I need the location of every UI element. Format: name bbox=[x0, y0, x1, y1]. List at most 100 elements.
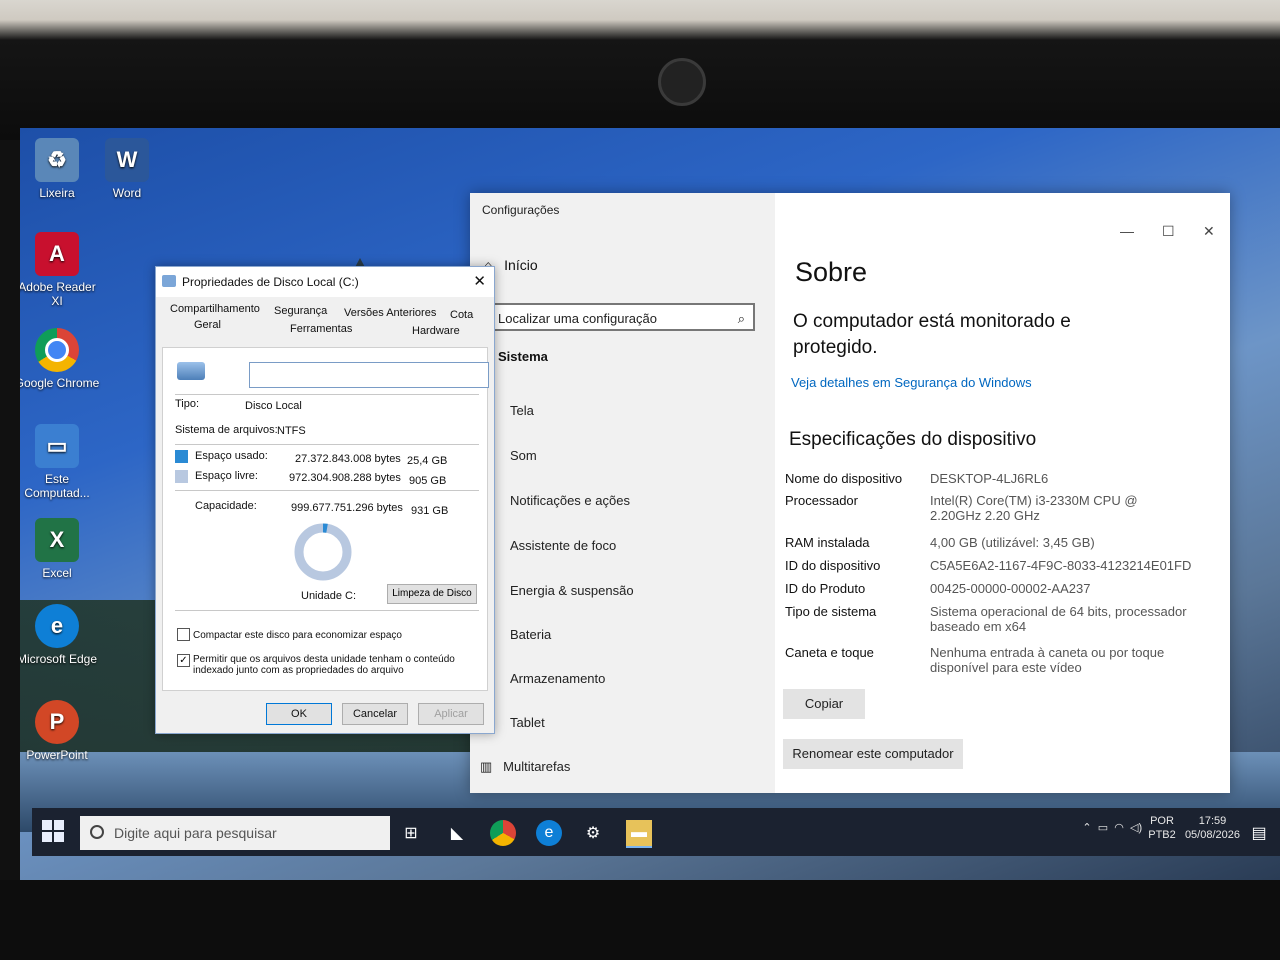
index-checkbox[interactable]: ✓ bbox=[177, 654, 190, 667]
settings-window: Configurações ⌂ Início Localizar uma con… bbox=[470, 193, 1230, 793]
chevron-up-icon[interactable]: ⌃ bbox=[1082, 822, 1091, 834]
battery-icon[interactable]: ▭ bbox=[1098, 822, 1108, 834]
drive-large-icon bbox=[177, 362, 205, 380]
taskbar: Digite aqui para pesquisar ⊞ ◣ e ⚙ ▬ ⌃ ▭… bbox=[32, 808, 1280, 856]
maximize-icon[interactable]: ☐ bbox=[1162, 223, 1175, 240]
desktop-icon-label: Google Chrome bbox=[20, 376, 100, 390]
nav-item-assistente-foco[interactable]: Assistente de foco bbox=[510, 538, 616, 553]
spec-value: 00425-00000-00002-AA237 bbox=[930, 581, 1091, 596]
tab-geral[interactable]: Geral bbox=[194, 319, 221, 331]
adobe-reader-icon: A bbox=[35, 232, 79, 276]
desktop-icon-edge[interactable]: e Microsoft Edge bbox=[20, 604, 102, 666]
notification-icon[interactable]: ▤ bbox=[1246, 820, 1272, 846]
desktop-icon-label: Adobe Reader XI bbox=[20, 280, 96, 308]
dialog-titlebar[interactable]: Propriedades de Disco Local (C:) ✕ bbox=[156, 267, 494, 297]
divider bbox=[175, 610, 479, 611]
desktop-icon-chrome[interactable]: Google Chrome bbox=[20, 328, 102, 390]
monitor-bezel-bottom bbox=[0, 880, 1280, 960]
settings-window-title: Configurações bbox=[482, 203, 560, 217]
index-label: Permitir que os arquivos desta unidade t… bbox=[193, 654, 455, 676]
cancel-button[interactable]: Cancelar bbox=[342, 703, 408, 725]
desktop-icon-excel[interactable]: X Excel bbox=[20, 518, 102, 580]
divider bbox=[175, 490, 479, 491]
free-color-swatch bbox=[175, 470, 188, 483]
drive-letter-label: Unidade C: bbox=[301, 590, 357, 602]
search-icon: ⌕ bbox=[737, 311, 745, 326]
ok-button[interactable]: OK bbox=[266, 703, 332, 725]
tab-compartilhamento[interactable]: Compartilhamento bbox=[170, 303, 260, 315]
drive-name-input[interactable] bbox=[249, 362, 489, 388]
clock-date: 05/08/2026 bbox=[1184, 829, 1240, 841]
tab-panel-geral: Tipo: Disco Local Sistema de arquivos: N… bbox=[162, 347, 489, 691]
disk-usage-donut bbox=[294, 523, 352, 581]
spec-key: Tipo de sistema bbox=[785, 604, 877, 619]
nav-item-multitarefas[interactable]: ▥ Multitarefas bbox=[480, 759, 570, 775]
volume-icon[interactable]: ◁) bbox=[1130, 822, 1142, 834]
desktop-icon-label: Excel bbox=[42, 566, 72, 580]
language-indicator[interactable]: POR PTB2 bbox=[1148, 814, 1176, 842]
pinned-app-icon[interactable]: ◣ bbox=[444, 820, 470, 846]
desktop-icon-label: Microsoft Edge bbox=[20, 652, 98, 666]
taskbar-search-input[interactable]: Digite aqui para pesquisar bbox=[80, 816, 390, 850]
tab-cota[interactable]: Cota bbox=[450, 309, 473, 321]
dialog-title: Propriedades de Disco Local (C:) bbox=[182, 275, 359, 289]
spec-key: RAM instalada bbox=[785, 535, 870, 550]
lang-top: POR bbox=[1150, 815, 1174, 827]
compress-checkbox[interactable] bbox=[177, 628, 190, 641]
nav-item-energia[interactable]: Energia & suspensão bbox=[510, 583, 634, 598]
spec-key: Processador bbox=[785, 493, 858, 508]
disk-cleanup-button[interactable]: Limpeza de Disco bbox=[387, 584, 477, 604]
desktop-icon-word[interactable]: W Word bbox=[82, 138, 172, 200]
wifi-icon[interactable]: ◠ bbox=[1114, 822, 1124, 834]
chrome-taskbar-icon[interactable] bbox=[490, 820, 516, 846]
computer-icon: ▭ bbox=[35, 424, 79, 468]
spec-value: Intel(R) Core(TM) i3-2330M CPU @ 2.20GHz… bbox=[930, 493, 1138, 523]
close-icon[interactable]: ✕ bbox=[473, 267, 486, 297]
tab-hardware[interactable]: Hardware bbox=[412, 325, 460, 337]
spec-key: Caneta e toque bbox=[785, 645, 874, 660]
nav-item-armazenamento[interactable]: Armazenamento bbox=[510, 671, 605, 686]
fs-value: NTFS bbox=[277, 425, 306, 437]
nav-item-tablet[interactable]: Tablet bbox=[510, 715, 545, 730]
desktop-icon-adobe-reader[interactable]: A Adobe Reader XI bbox=[20, 232, 102, 308]
tab-ferramentas[interactable]: Ferramentas bbox=[290, 323, 352, 335]
fs-label: Sistema de arquivos: bbox=[175, 424, 278, 436]
tab-versoes-anteriores[interactable]: Versões Anteriores bbox=[344, 307, 436, 319]
settings-search-input[interactable]: Localizar uma configuração ⌕ bbox=[490, 303, 755, 331]
nav-item-multitarefas-label: Multitarefas bbox=[503, 759, 571, 774]
taskbar-search-placeholder: Digite aqui para pesquisar bbox=[114, 825, 277, 841]
used-label: Espaço usado: bbox=[195, 450, 268, 462]
monitor-bezel-top bbox=[0, 0, 1280, 140]
rename-pc-button[interactable]: Renomear este computador bbox=[783, 739, 963, 769]
spec-value: DESKTOP-4LJ6RL6 bbox=[930, 471, 1049, 486]
copy-button[interactable]: Copiar bbox=[783, 689, 865, 719]
settings-nav: Configurações ⌂ Início Localizar uma con… bbox=[470, 193, 775, 793]
desktop-icon-this-pc[interactable]: ▭ Este Computad... bbox=[20, 424, 102, 500]
drive-icon bbox=[162, 275, 176, 287]
nav-item-tela[interactable]: Tela bbox=[510, 403, 534, 418]
settings-search-placeholder: Localizar uma configuração bbox=[498, 311, 657, 326]
capacity-label: Capacidade: bbox=[195, 500, 257, 512]
security-link[interactable]: Veja detalhes em Segurança do Windows bbox=[791, 375, 1032, 390]
start-button[interactable] bbox=[42, 820, 64, 842]
nav-item-bateria[interactable]: Bateria bbox=[510, 627, 551, 642]
settings-taskbar-icon[interactable]: ⚙ bbox=[580, 820, 606, 846]
dialog-tabs: Compartilhamento Segurança Versões Anter… bbox=[156, 297, 494, 337]
search-icon bbox=[90, 825, 104, 839]
powerpoint-icon: P bbox=[35, 700, 79, 744]
nav-item-som[interactable]: Som bbox=[510, 448, 537, 463]
edge-taskbar-icon[interactable]: e bbox=[536, 820, 562, 846]
minimize-icon[interactable]: — bbox=[1120, 223, 1134, 239]
task-view-icon[interactable]: ⊞ bbox=[398, 820, 424, 846]
file-explorer-taskbar-icon[interactable]: ▬ bbox=[626, 820, 652, 848]
tab-seguranca[interactable]: Segurança bbox=[274, 305, 327, 317]
compress-label: Compactar este disco para economizar esp… bbox=[193, 630, 402, 641]
nav-item-notificacoes[interactable]: Notificações e ações bbox=[510, 493, 630, 508]
desktop-icon-powerpoint[interactable]: P PowerPoint bbox=[20, 700, 102, 762]
clock[interactable]: 17:59 05/08/2026 bbox=[1185, 814, 1240, 842]
apply-button[interactable]: Aplicar bbox=[418, 703, 484, 725]
free-gb: 905 GB bbox=[409, 475, 447, 487]
close-icon[interactable]: ✕ bbox=[1203, 223, 1215, 240]
capacity-bytes: 999.677.751.296 bytes bbox=[291, 502, 403, 514]
free-label: Espaço livre: bbox=[195, 470, 258, 482]
